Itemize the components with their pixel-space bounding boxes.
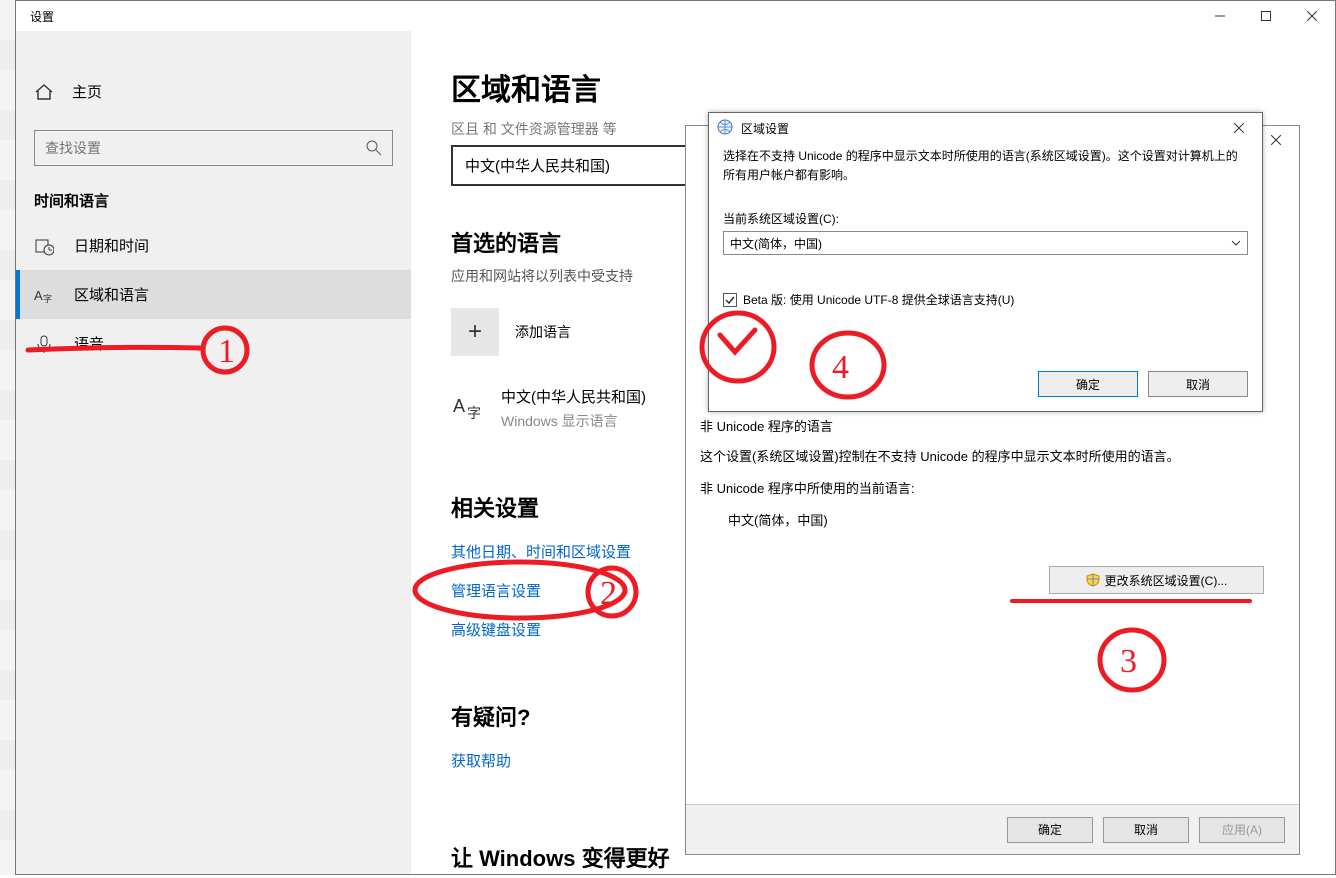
change-system-locale-label: 更改系统区域设置(C)...	[1105, 572, 1228, 589]
sidebar-item-speech[interactable]: 语音	[16, 319, 411, 368]
shield-icon	[1086, 573, 1100, 587]
close-button[interactable]	[1289, 1, 1335, 31]
checkbox-box	[723, 293, 737, 307]
region-current-value: 中文(简体，中国)	[728, 510, 1285, 529]
calendar-clock-icon	[34, 236, 54, 256]
locale-dialog-close-button[interactable]	[1216, 113, 1262, 143]
language-a-icon: A字	[451, 390, 485, 427]
minimize-button[interactable]	[1197, 1, 1243, 31]
country-dropdown-value: 中文(中华人民共和国)	[465, 158, 610, 175]
settings-sidebar: 主页 时间和语言 日期和时间 A字 区域和语言 语音	[16, 31, 411, 874]
home-icon	[34, 82, 54, 102]
locale-dialog-desc: 选择在不支持 Unicode 的程序中显示文本时所使用的语言(系统区域设置)。这…	[723, 147, 1248, 184]
sidebar-item-date-time[interactable]: 日期和时间	[16, 221, 411, 270]
region-section-desc: 这个设置(系统区域设置)控制在不支持 Unicode 的程序中显示文本时所使用的…	[700, 447, 1285, 467]
locale-select-value: 中文(简体，中国)	[730, 235, 822, 252]
region-apply-button[interactable]: 应用(A)	[1199, 817, 1285, 843]
sidebar-item-region-lang[interactable]: A字 区域和语言	[16, 270, 411, 319]
language-name: 中文(中华人民共和国)	[501, 386, 646, 407]
locale-ok-button[interactable]: 确定	[1038, 371, 1138, 397]
locale-dialog-title: 区域设置	[741, 120, 789, 137]
language-a-icon: A字	[34, 285, 54, 305]
locale-cancel-button[interactable]: 取消	[1148, 371, 1248, 397]
svg-text:字: 字	[43, 293, 52, 304]
region-cancel-button[interactable]: 取消	[1103, 817, 1189, 843]
sidebar-home[interactable]: 主页	[16, 71, 411, 112]
sidebar-category: 时间和语言	[16, 170, 411, 221]
language-sub: Windows 显示语言	[501, 411, 646, 431]
svg-text:A: A	[453, 396, 465, 416]
obscured-left-strip	[0, 0, 15, 875]
search-input[interactable]	[45, 140, 366, 156]
utf8-beta-checkbox[interactable]: Beta 版: 使用 Unicode UTF-8 提供全球语言支持(U)	[723, 291, 1248, 308]
region-current-label: 非 Unicode 程序中所使用的当前语言:	[700, 479, 1285, 499]
plus-icon: +	[451, 308, 499, 356]
locale-select-dropdown[interactable]: 中文(简体，中国)	[723, 231, 1248, 255]
sidebar-home-label: 主页	[72, 81, 102, 102]
system-locale-dialog: 区域设置 选择在不支持 Unicode 的程序中显示文本时所使用的语言(系统区域…	[708, 112, 1263, 412]
search-box[interactable]	[34, 130, 393, 166]
checkmark-icon	[725, 295, 735, 305]
change-system-locale-button[interactable]: 更改系统区域设置(C)...	[1049, 566, 1264, 594]
sidebar-item-label: 语音	[74, 333, 104, 354]
search-icon	[366, 140, 382, 156]
settings-titlebar: 设置	[16, 1, 1335, 31]
svg-text:A: A	[34, 288, 43, 303]
locale-select-label: 当前系统区域设置(C):	[723, 210, 1248, 227]
region-ok-button[interactable]: 确定	[1007, 817, 1093, 843]
svg-text:字: 字	[467, 405, 481, 421]
settings-title: 设置	[30, 8, 54, 25]
maximize-button[interactable]	[1243, 1, 1289, 31]
microphone-icon	[34, 334, 54, 354]
region-section-title: 非 Unicode 程序的语言	[700, 416, 1285, 435]
page-title: 区域和语言	[451, 65, 1295, 109]
sidebar-item-label: 区域和语言	[74, 284, 149, 305]
sidebar-item-label: 日期和时间	[74, 235, 149, 256]
chevron-down-icon	[1231, 238, 1241, 248]
utf8-beta-label: Beta 版: 使用 Unicode UTF-8 提供全球语言支持(U)	[743, 291, 1014, 308]
globe-icon	[717, 119, 733, 138]
add-language-label: 添加语言	[515, 322, 571, 342]
